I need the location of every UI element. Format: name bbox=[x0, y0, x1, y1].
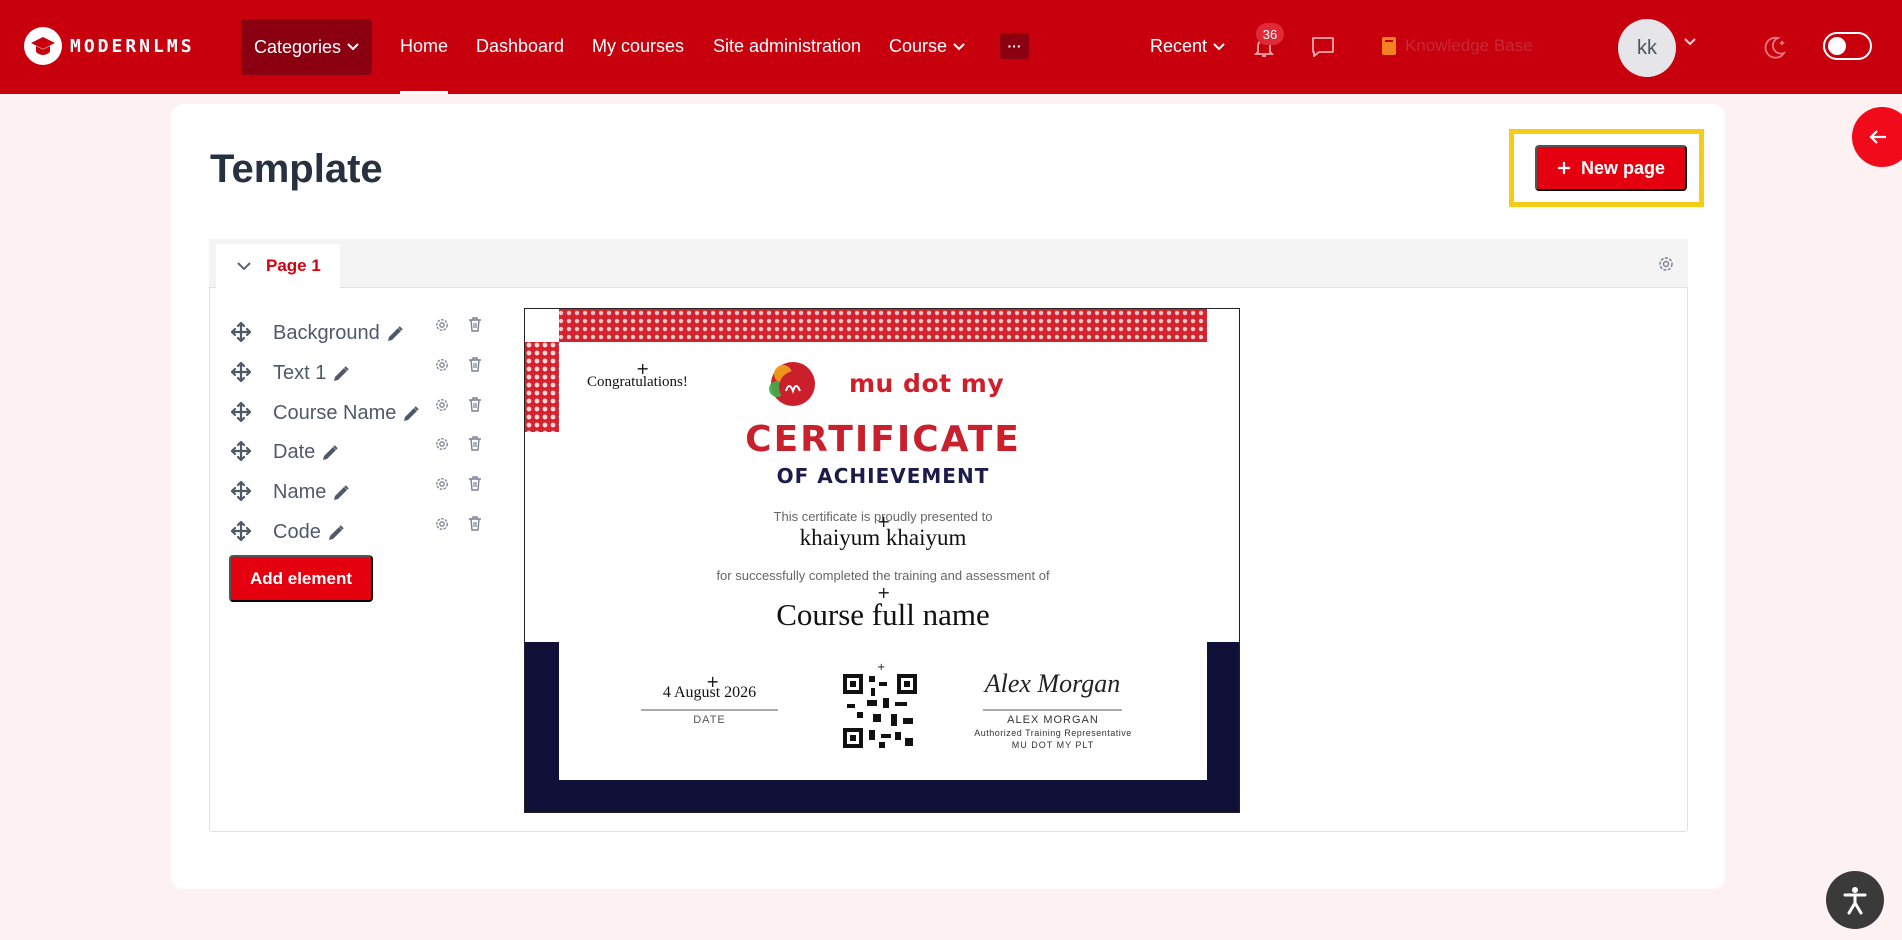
element-name[interactable]: Name bbox=[273, 481, 350, 504]
element-code[interactable]: Code bbox=[273, 521, 345, 544]
new-page-label: New page bbox=[1580, 157, 1666, 178]
knowledge-base-label: Knowledge Base bbox=[1405, 36, 1533, 55]
more-menu-button[interactable]: ··· bbox=[1000, 33, 1029, 59]
nav-dashboard[interactable]: Dashboard bbox=[476, 36, 564, 57]
trash-icon[interactable] bbox=[468, 436, 482, 451]
text1-position-marker[interactable]: + bbox=[636, 361, 649, 377]
certificate-preview: Congratulations! mu dot my CERTIFICATE O… bbox=[524, 308, 1240, 813]
gear-icon[interactable] bbox=[435, 477, 449, 491]
cert-signer-role: Authorized Training Representative bbox=[974, 728, 1132, 738]
notifications-count-badge: 36 bbox=[1256, 23, 1284, 45]
chevron-down-icon bbox=[953, 42, 965, 50]
move-icon[interactable] bbox=[231, 521, 251, 541]
messages-button[interactable] bbox=[1310, 35, 1336, 64]
cert-title: CERTIFICATE bbox=[745, 419, 1021, 460]
moon-icon[interactable] bbox=[1760, 34, 1788, 62]
gear-icon[interactable] bbox=[435, 398, 449, 412]
chevron-down-icon bbox=[347, 43, 359, 51]
nav-home[interactable]: Home bbox=[400, 36, 449, 94]
page-1-label: Page 1 bbox=[266, 256, 321, 275]
drawer-toggle-button[interactable] bbox=[1852, 107, 1902, 167]
theme-toggle[interactable] bbox=[1823, 32, 1872, 60]
gear-icon[interactable] bbox=[435, 318, 449, 332]
top-navbar: MODERNLMS Categories Home Dashboard My c… bbox=[0, 0, 1902, 94]
move-icon[interactable] bbox=[231, 402, 251, 422]
page-title: Template bbox=[210, 147, 383, 191]
element-background[interactable]: Background bbox=[273, 322, 404, 345]
add-element-button[interactable]: Add element bbox=[229, 555, 373, 602]
brand-name: MODERNLMS bbox=[70, 35, 195, 57]
trash-icon[interactable] bbox=[468, 476, 482, 491]
cert-signature: Alex Morgan bbox=[984, 669, 1121, 698]
graduation-cap-icon bbox=[24, 27, 62, 65]
element-text-1[interactable]: Text 1 bbox=[273, 362, 350, 385]
move-icon[interactable] bbox=[231, 322, 251, 342]
chevron-down-icon bbox=[1213, 42, 1225, 50]
trash-icon[interactable] bbox=[468, 317, 482, 332]
element-label: Course Name bbox=[273, 402, 397, 424]
pencil-icon[interactable] bbox=[321, 444, 339, 462]
new-page-button[interactable]: New page bbox=[1535, 145, 1687, 191]
element-course-name[interactable]: Course Name bbox=[273, 402, 420, 425]
site-logo[interactable]: MODERNLMS bbox=[24, 27, 195, 65]
cert-course-name: Course full name bbox=[776, 597, 990, 632]
gear-icon[interactable] bbox=[435, 358, 449, 372]
gear-icon[interactable] bbox=[435, 437, 449, 451]
element-label: Background bbox=[273, 322, 380, 344]
cert-date-label: DATE bbox=[693, 714, 726, 726]
cert-signer-org: MU DOT MY PLT bbox=[1011, 740, 1095, 750]
chevron-down-icon bbox=[237, 262, 251, 271]
code-position-marker[interactable]: + bbox=[877, 663, 885, 673]
pencil-icon[interactable] bbox=[386, 325, 404, 343]
recent-label: Recent bbox=[1150, 36, 1208, 56]
categories-label: Categories bbox=[253, 36, 342, 57]
chevron-down-icon[interactable] bbox=[1684, 38, 1696, 46]
cert-completed-text: for successfully completed the training … bbox=[716, 568, 1050, 583]
nav-recent-menu[interactable]: Recent bbox=[1150, 36, 1225, 57]
element-label: Code bbox=[273, 521, 321, 543]
pencil-icon[interactable] bbox=[332, 365, 350, 383]
move-icon[interactable] bbox=[231, 441, 251, 461]
trash-icon[interactable] bbox=[468, 397, 482, 412]
book-icon bbox=[1382, 37, 1396, 55]
plus-icon bbox=[1557, 162, 1570, 174]
element-date[interactable]: Date bbox=[273, 441, 339, 464]
user-avatar[interactable]: kk bbox=[1618, 19, 1676, 77]
toggle-knob bbox=[1828, 37, 1846, 55]
course-label: Course bbox=[889, 36, 948, 56]
gear-icon[interactable] bbox=[1658, 256, 1674, 272]
chat-icon bbox=[1312, 37, 1334, 57]
element-label: Name bbox=[273, 481, 327, 503]
date-position-marker[interactable]: + bbox=[706, 674, 719, 690]
pencil-icon[interactable] bbox=[327, 524, 345, 542]
trash-icon[interactable] bbox=[468, 516, 482, 531]
move-icon[interactable] bbox=[231, 481, 251, 501]
nav-my-courses[interactable]: My courses bbox=[592, 36, 684, 57]
element-label: Text 1 bbox=[273, 362, 327, 384]
course-name-position-marker[interactable]: + bbox=[877, 585, 890, 601]
pencil-icon[interactable] bbox=[332, 484, 350, 502]
cert-signer-name: ALEX MORGAN bbox=[1007, 714, 1099, 726]
nav-course-menu[interactable]: Course bbox=[889, 36, 965, 57]
page-panel-header bbox=[209, 239, 1688, 288]
accessibility-icon bbox=[1843, 887, 1867, 915]
trash-icon[interactable] bbox=[468, 357, 482, 372]
accessibility-button[interactable] bbox=[1826, 871, 1884, 929]
pencil-icon[interactable] bbox=[402, 405, 420, 423]
page-1-tab[interactable]: Page 1 bbox=[216, 244, 340, 288]
cert-brand: mu dot my bbox=[849, 369, 1005, 398]
name-position-marker[interactable]: + bbox=[877, 514, 890, 530]
arrow-left-icon bbox=[1869, 130, 1886, 144]
knowledge-base-link[interactable]: Knowledge Base bbox=[1381, 36, 1533, 56]
cert-subtitle: OF ACHIEVEMENT bbox=[776, 464, 990, 488]
gear-icon[interactable] bbox=[435, 517, 449, 531]
nav-site-administration[interactable]: Site administration bbox=[713, 36, 861, 57]
element-label: Date bbox=[273, 441, 316, 463]
categories-menu[interactable]: Categories bbox=[241, 19, 372, 75]
move-icon[interactable] bbox=[231, 362, 251, 382]
